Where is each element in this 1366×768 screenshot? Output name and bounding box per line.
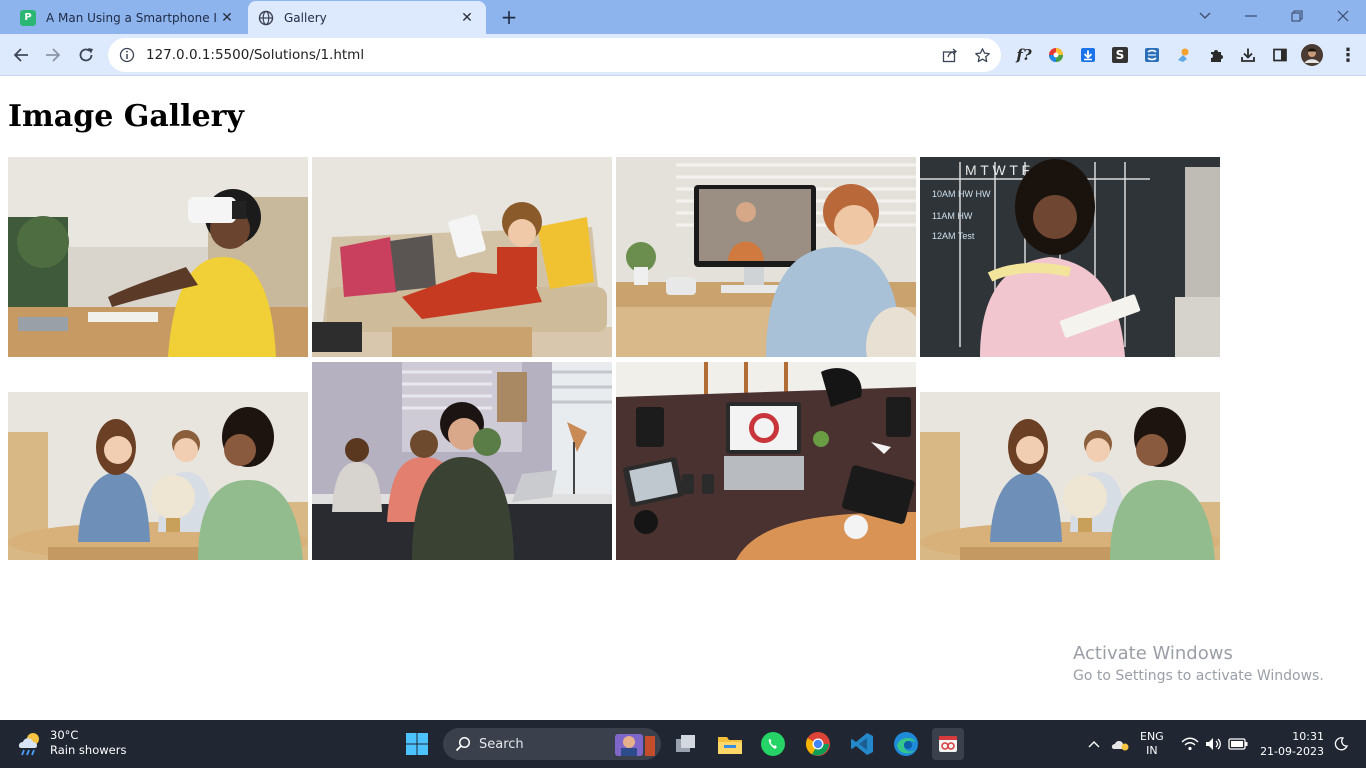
window-close-icon[interactable] [1320, 0, 1366, 32]
watermark-subtitle: Go to Settings to activate Windows. [1073, 668, 1324, 684]
gallery-image-7 [616, 362, 916, 560]
screenshot-extension-icon[interactable] [1140, 43, 1164, 67]
clock-time: 10:31 [1292, 730, 1324, 743]
downloads-icon[interactable] [1236, 43, 1260, 67]
task-view-icon[interactable] [670, 728, 702, 760]
tab-smartphone[interactable]: P A Man Using a Smartphone Inside ✕ [10, 1, 246, 34]
gallery-image-8 [920, 392, 1220, 560]
activate-windows-watermark: Activate Windows Go to Settings to activ… [1073, 643, 1324, 684]
s-extension-icon[interactable]: S [1108, 43, 1132, 67]
profile-avatar[interactable] [1300, 43, 1324, 67]
globe-icon [258, 10, 274, 26]
gallery-image-5 [8, 392, 308, 560]
file-explorer-icon[interactable] [714, 728, 746, 760]
tab-title: A Man Using a Smartphone Inside [46, 10, 218, 25]
weather-widget[interactable]: 30°C Rain showers [16, 728, 126, 758]
bookmark-star-icon[interactable] [969, 42, 995, 68]
pexels-favicon-icon: P [20, 9, 36, 26]
page-viewport: Image Gallery M T W T F 10AM HW HW 11AM … [0, 77, 1366, 720]
fonts-extension-icon[interactable]: f? [1012, 43, 1036, 67]
vscode-icon[interactable] [846, 728, 878, 760]
tab-gallery[interactable]: Gallery ✕ [248, 1, 486, 34]
weather-temp: 30°C [50, 728, 79, 742]
tab-search-icon[interactable] [1182, 0, 1228, 32]
windows-start-icon[interactable] [401, 728, 433, 760]
address-bar[interactable]: 127.0.0.1:5500/Solutions/1.html [108, 38, 1001, 72]
clock-date: 21-09-2023 [1260, 745, 1324, 758]
browser-menu-icon[interactable]: ⋮ [1336, 43, 1360, 67]
search-label: Search [479, 736, 524, 752]
chrome-icon[interactable] [802, 728, 834, 760]
svg-text:11AM HW: 11AM HW [932, 211, 973, 221]
onedrive-icon[interactable] [1110, 734, 1130, 754]
watermark-title: Activate Windows [1073, 643, 1233, 664]
taskbar-search[interactable]: Search [443, 728, 661, 760]
gallery-image-1 [8, 157, 308, 357]
clock[interactable]: 10:31 21-09-2023 [1258, 729, 1324, 759]
tab-title: Gallery [284, 10, 327, 25]
edge-icon[interactable] [890, 728, 922, 760]
notifications-icon[interactable] [1331, 734, 1351, 754]
info-icon[interactable] [118, 46, 136, 64]
show-hidden-icons-icon[interactable] [1084, 734, 1104, 754]
url-text[interactable]: 127.0.0.1:5500/Solutions/1.html [146, 47, 937, 63]
reload-button[interactable] [73, 42, 99, 68]
rain-cloud-icon [18, 733, 39, 756]
search-icon [455, 736, 471, 752]
share-icon[interactable] [937, 42, 963, 68]
back-button[interactable] [8, 42, 34, 68]
page-title: Image Gallery [8, 99, 244, 134]
side-panel-icon[interactable] [1268, 43, 1292, 67]
browser-toolbar: 127.0.0.1:5500/Solutions/1.html f? S ⋮ [0, 34, 1366, 76]
svg-text:10AM HW HW: 10AM HW HW [932, 189, 991, 199]
search-highlight-icon [615, 734, 655, 756]
gallery-image-6 [312, 362, 612, 560]
weather-desc: Rain showers [50, 743, 127, 757]
svg-text:M T W T F: M T W T F [965, 162, 1030, 178]
svg-text:12AM Test: 12AM Test [932, 231, 975, 241]
color-picker-extension-icon[interactable] [1044, 43, 1068, 67]
close-icon[interactable]: ✕ [458, 9, 476, 27]
language-line2: IN [1146, 744, 1158, 757]
minimize-icon[interactable] [1228, 0, 1274, 32]
tab-strip: P A Man Using a Smartphone Inside ✕ Gall… [0, 0, 1366, 34]
new-tab-button[interactable]: + [497, 6, 521, 30]
close-icon[interactable]: ✕ [218, 9, 236, 27]
language-indicator[interactable]: ENG IN [1140, 730, 1164, 758]
extensions-puzzle-icon[interactable] [1204, 43, 1228, 67]
forward-button[interactable] [40, 42, 66, 68]
download-extension-icon[interactable] [1076, 43, 1100, 67]
gallery-image-4: M T W T F 10AM HW HW 11AM HW 12AM Test [920, 157, 1220, 357]
whatsapp-icon[interactable] [757, 728, 789, 760]
volume-icon[interactable] [1204, 734, 1224, 754]
windows-taskbar: 30°C Rain showers Search ENG IN 10:31 21… [0, 720, 1366, 768]
restore-icon[interactable] [1274, 0, 1320, 32]
gallery-image-3 [616, 157, 916, 357]
gallery-image-2 [312, 157, 612, 357]
language-line1: ENG [1140, 730, 1164, 743]
wifi-icon[interactable] [1180, 734, 1200, 754]
snipping-tool-icon[interactable] [932, 728, 964, 760]
hand-extension-icon[interactable] [1172, 43, 1196, 67]
battery-icon[interactable] [1228, 734, 1248, 754]
